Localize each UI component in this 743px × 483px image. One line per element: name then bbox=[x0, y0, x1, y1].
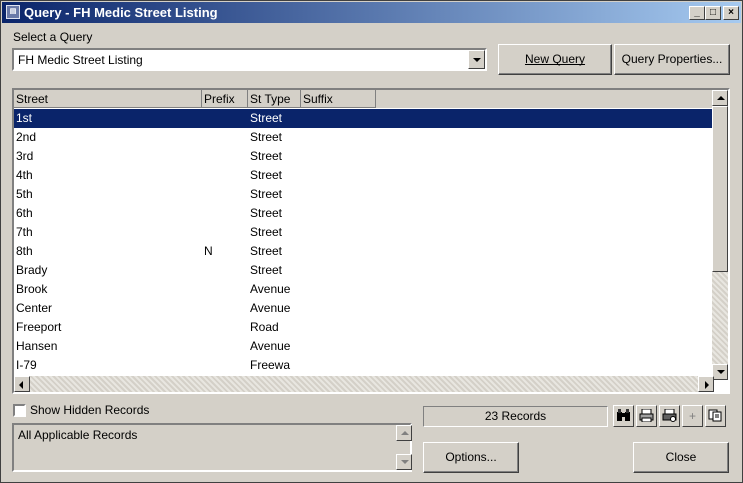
binoculars-icon[interactable] bbox=[613, 405, 634, 427]
close-label: Close bbox=[665, 450, 697, 464]
print-icon[interactable] bbox=[636, 405, 657, 427]
filter-description-box[interactable]: All Applicable Records bbox=[12, 423, 412, 472]
table-row[interactable]: Center Avenue bbox=[14, 299, 714, 318]
table-row[interactable]: Brady Street bbox=[14, 261, 714, 280]
cell-street: Brook bbox=[16, 282, 48, 296]
show-hidden-checkbox[interactable] bbox=[13, 404, 26, 417]
options-button[interactable]: Options... bbox=[423, 442, 519, 473]
table-row[interactable]: 6th Street bbox=[14, 204, 714, 223]
table-row[interactable]: 3rd Street bbox=[14, 147, 714, 166]
close-button[interactable]: Close bbox=[633, 442, 729, 473]
query-properties-label: Query Properties... bbox=[621, 52, 723, 66]
cell-st-type: Street bbox=[250, 206, 283, 220]
cell-street: Hansen bbox=[16, 339, 58, 353]
grid-header: Street Prefix St Type Suffix bbox=[14, 90, 714, 108]
table-row[interactable]: 5th Street bbox=[14, 185, 714, 204]
show-hidden-label: Show Hidden Records bbox=[30, 403, 150, 417]
column-header-prefix[interactable]: Prefix bbox=[202, 90, 248, 108]
cell-street: 4th bbox=[16, 168, 33, 182]
scroll-right-icon[interactable] bbox=[698, 376, 714, 392]
cell-street: Brady bbox=[16, 263, 48, 277]
cell-st-type: Street bbox=[250, 168, 283, 182]
column-header-st-type[interactable]: St Type bbox=[248, 90, 301, 108]
vertical-scrollbar[interactable] bbox=[712, 90, 728, 380]
query-select-value: FH Medic Street Listing bbox=[18, 53, 143, 67]
print-setup-icon[interactable] bbox=[659, 405, 680, 427]
cell-st-type: Street bbox=[250, 149, 283, 163]
cell-street: 8th bbox=[16, 244, 33, 258]
cell-street: 6th bbox=[16, 206, 33, 220]
memo-scroll-down-icon[interactable] bbox=[396, 454, 412, 470]
table-row[interactable]: 7th Street bbox=[14, 223, 714, 242]
cell-street: 7th bbox=[16, 225, 33, 239]
cell-street: Center bbox=[16, 301, 53, 315]
new-query-button[interactable]: New Query bbox=[498, 44, 612, 75]
minimize-icon[interactable]: _ bbox=[689, 6, 705, 20]
new-query-label: New Query bbox=[524, 52, 586, 66]
cell-street: 3rd bbox=[16, 149, 34, 163]
cell-st-type: Avenue bbox=[250, 282, 291, 296]
column-header-street[interactable]: Street bbox=[14, 90, 202, 108]
query-window: ▤ Query - FH Medic Street Listing _ □ × … bbox=[0, 0, 743, 483]
table-row[interactable]: 4th Street bbox=[14, 166, 714, 185]
vertical-scroll-thumb[interactable] bbox=[712, 106, 728, 272]
table-row[interactable]: 8th N Street bbox=[14, 242, 714, 261]
scroll-left-icon[interactable] bbox=[14, 376, 30, 392]
query-properties-button[interactable]: Query Properties... bbox=[614, 44, 730, 75]
add-icon[interactable]: + bbox=[682, 405, 703, 427]
filter-description-text: All Applicable Records bbox=[18, 428, 138, 442]
cell-st-type: Freewa bbox=[250, 358, 291, 372]
table-row[interactable]: 1st Street bbox=[14, 109, 714, 128]
table-row[interactable]: Hansen Avenue bbox=[14, 337, 714, 356]
scroll-up-icon[interactable] bbox=[712, 90, 728, 106]
close-window-icon[interactable]: × bbox=[723, 6, 739, 20]
results-grid[interactable]: Street Prefix St Type Suffix 1st Street 2n… bbox=[12, 88, 730, 394]
cell-st-type: Avenue bbox=[250, 301, 291, 315]
table-row[interactable]: Freeport Road bbox=[14, 318, 714, 337]
table-row[interactable]: I-79 Freewa bbox=[14, 356, 714, 375]
cell-st-type: Street bbox=[250, 244, 283, 258]
app-icon[interactable]: ▤ bbox=[6, 5, 20, 19]
cell-st-type: Street bbox=[250, 187, 283, 201]
query-select[interactable]: FH Medic Street Listing bbox=[12, 48, 487, 71]
options-label: Options... bbox=[445, 450, 497, 464]
record-count: 23 Records bbox=[423, 406, 608, 427]
cell-st-type: Street bbox=[250, 225, 283, 239]
cell-street: Freeport bbox=[16, 320, 62, 334]
column-header-suffix[interactable]: Suffix bbox=[301, 90, 376, 108]
scroll-down-icon[interactable] bbox=[712, 364, 728, 380]
cell-st-type: Avenue bbox=[250, 339, 291, 353]
select-query-label: Select a Query bbox=[13, 30, 93, 44]
cell-street: 1st bbox=[16, 111, 33, 125]
memo-scroll-up-icon[interactable] bbox=[396, 425, 412, 441]
title-bar[interactable]: ▤ Query - FH Medic Street Listing _ □ × bbox=[2, 2, 741, 23]
copy-icon[interactable] bbox=[705, 405, 726, 427]
cell-st-type: Street bbox=[250, 263, 283, 277]
cell-prefix: N bbox=[204, 244, 213, 258]
maximize-icon[interactable]: □ bbox=[705, 6, 721, 20]
cell-street: 5th bbox=[16, 187, 33, 201]
cell-st-type: Road bbox=[250, 320, 279, 334]
cell-st-type: Street bbox=[250, 130, 283, 144]
table-row[interactable]: Brook Avenue bbox=[14, 280, 714, 299]
cell-street: 2nd bbox=[16, 130, 37, 144]
chevron-down-icon[interactable] bbox=[468, 50, 485, 69]
window-title: Query - FH Medic Street Listing bbox=[24, 5, 218, 20]
cell-st-type: Street bbox=[250, 111, 283, 125]
cell-street: I-79 bbox=[16, 358, 37, 372]
horizontal-scrollbar[interactable] bbox=[14, 376, 714, 392]
table-row[interactable]: 2nd Street bbox=[14, 128, 714, 147]
